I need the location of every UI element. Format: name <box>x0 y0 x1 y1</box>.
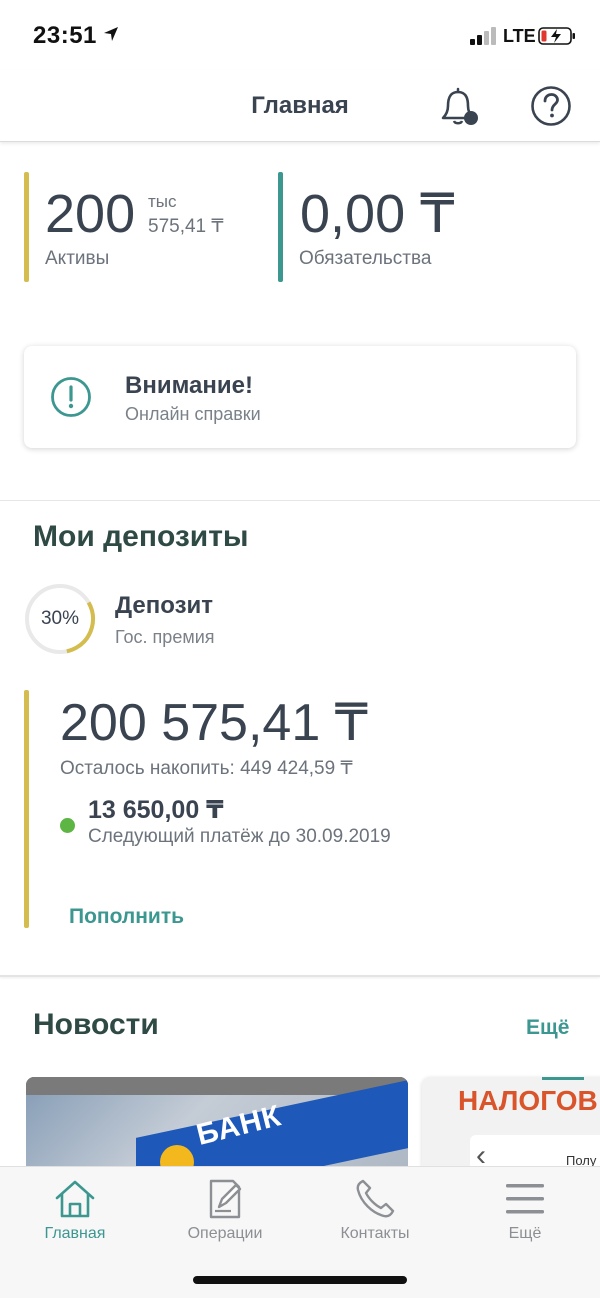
tab-label: Операции <box>187 1225 263 1242</box>
payment-due-date: Следующий платёж до 30.09.2019 <box>88 826 391 847</box>
home-indicator <box>193 1276 407 1284</box>
section-divider <box>0 500 600 501</box>
battery-charging-icon <box>538 27 575 45</box>
news-card[interactable]: БАНК <box>26 1077 408 1177</box>
assets-amount-minor: 575,41 ₸ <box>148 216 224 237</box>
assets-unit: тыс <box>148 192 177 211</box>
payment-status-dot <box>60 818 75 833</box>
deposit-name: Депозит <box>115 592 214 619</box>
exclamation-circle-icon <box>51 377 91 417</box>
location-arrow-icon <box>104 27 118 41</box>
status-bar: 23:51 LTE <box>0 0 600 70</box>
bell-icon[interactable] <box>438 84 482 128</box>
status-time: 23:51 <box>33 22 97 49</box>
news-card[interactable]: НАЛОГОВ ‹ Полу <box>422 1077 600 1177</box>
payment-amount: 13 650,00 ₸ <box>88 796 224 824</box>
assets-label: Активы <box>45 248 110 269</box>
news-section-title: Новости <box>33 1008 159 1041</box>
alert-card[interactable]: Внимание! Онлайн справки <box>24 346 576 448</box>
liabilities-amount: 0,00 ₸ <box>300 184 455 244</box>
alert-subtitle: Онлайн справки <box>125 404 261 424</box>
liabilities-label: Обязательства <box>299 248 432 269</box>
tab-more[interactable]: Ещё <box>450 1167 600 1257</box>
alert-title: Внимание! <box>125 372 253 399</box>
balance-summary: 200 тыс 575,41 ₸ Активы 0,00 ₸ Обязатель… <box>0 172 600 284</box>
deposit-accent-bar <box>24 690 29 928</box>
deposit-amount: 200 575,41 ₸ <box>60 694 368 752</box>
news-card-accent-line <box>542 1077 584 1080</box>
menu-icon <box>506 1184 544 1214</box>
section-divider <box>0 975 600 977</box>
page-title: Главная <box>251 92 349 119</box>
cellular-signal-icon <box>470 27 498 45</box>
deposit-type: Гос. премия <box>115 627 215 647</box>
tab-home[interactable]: Главная <box>0 1167 150 1257</box>
assets-accent-bar <box>24 172 29 282</box>
phone-icon <box>356 1179 395 1218</box>
tab-contacts[interactable]: Контакты <box>300 1167 450 1257</box>
network-type: LTE <box>503 26 536 46</box>
nav-header: Главная <box>0 70 600 142</box>
edit-document-icon <box>209 1179 242 1219</box>
deposit-remaining: Осталось накопить: 449 424,59 ₸ <box>60 758 353 779</box>
home-icon <box>55 1180 95 1218</box>
assets-summary[interactable]: 200 тыс 575,41 ₸ Активы <box>24 172 264 282</box>
news-more-link[interactable]: Ещё <box>526 1016 569 1040</box>
topup-button[interactable]: Пополнить <box>69 905 184 929</box>
assets-amount-major: 200 <box>45 184 136 244</box>
news-card-headline: НАЛОГОВ <box>458 1085 598 1116</box>
tab-label: Главная <box>44 1225 106 1242</box>
tab-label: Контакты <box>340 1225 410 1242</box>
deposits-section-title: Мои депозиты <box>33 520 249 553</box>
liabilities-accent-bar <box>278 172 283 282</box>
tab-label: Ещё <box>508 1225 542 1242</box>
tab-operations[interactable]: Операции <box>150 1167 300 1257</box>
help-icon[interactable] <box>530 85 572 127</box>
liabilities-summary[interactable]: 0,00 ₸ Обязательства <box>278 172 578 282</box>
deposit-progress-text: 30% <box>40 608 80 629</box>
